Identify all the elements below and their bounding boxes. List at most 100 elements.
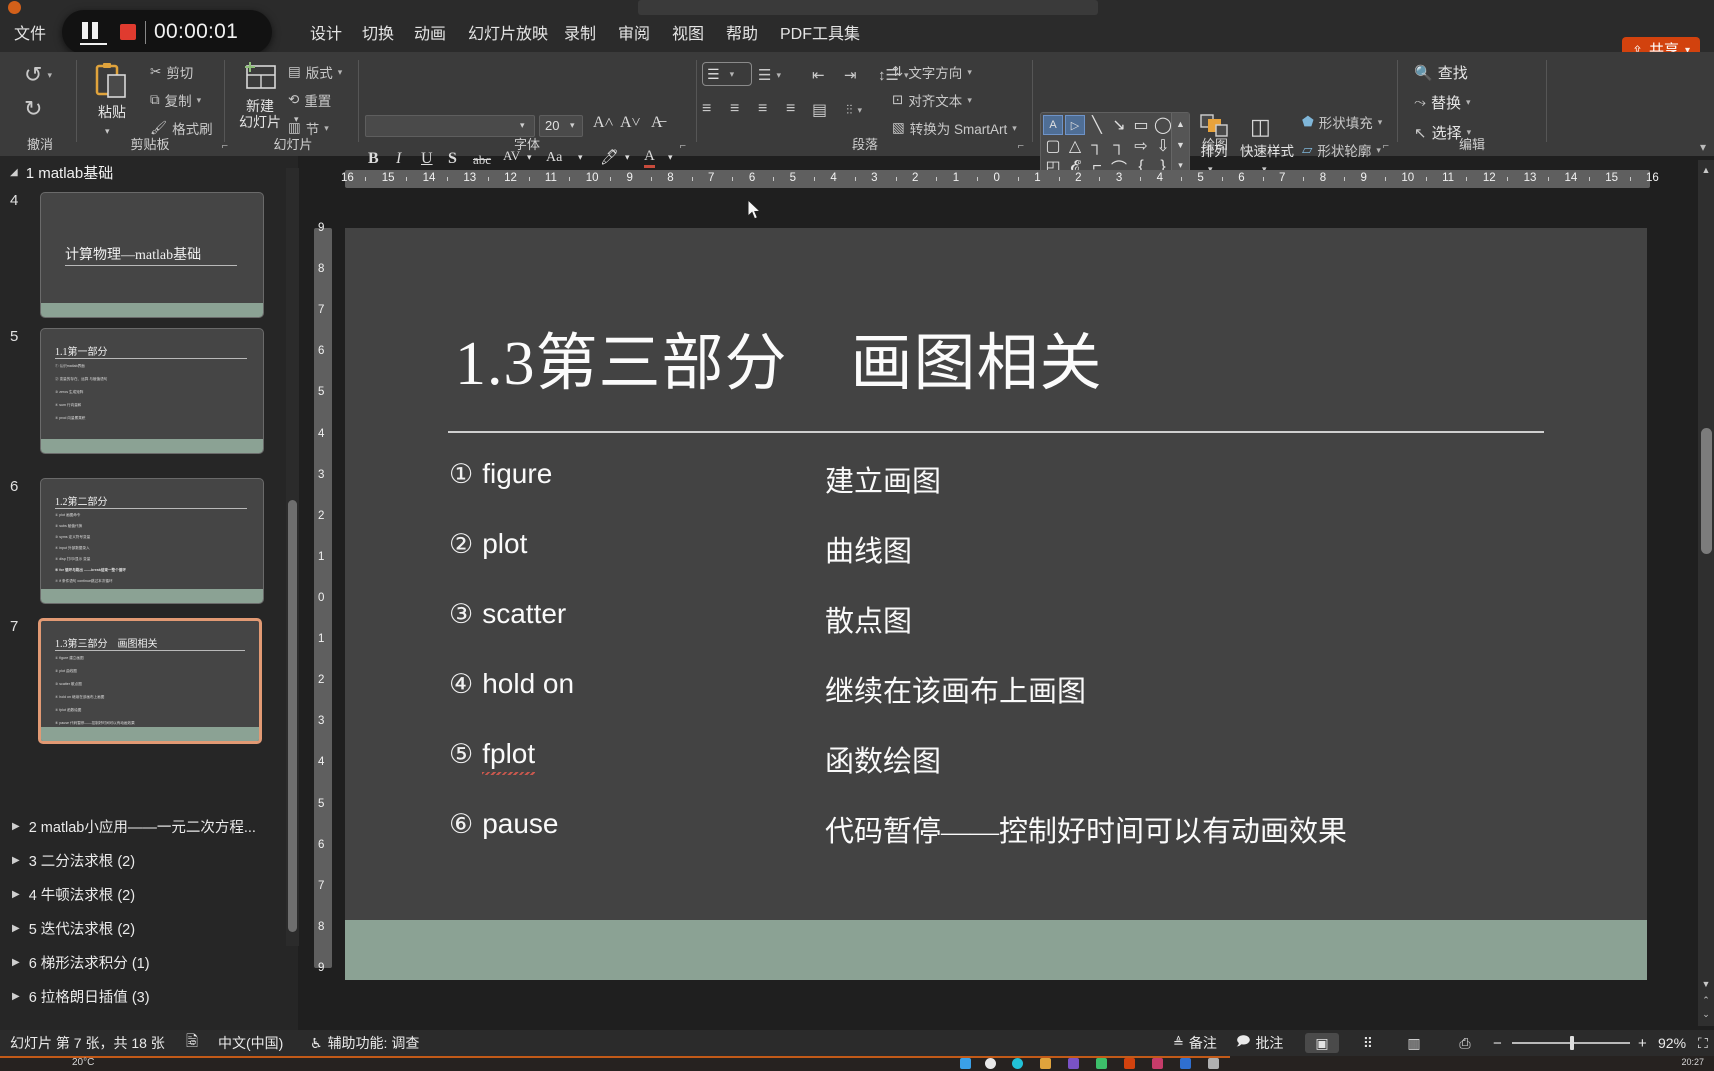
stop-record-icon[interactable] [120,24,136,40]
view-slide-sorter-button[interactable]: ⠿ [1351,1033,1385,1053]
paragraph-dialog-launcher[interactable]: ⌐ [1018,140,1024,152]
shape-arrow-icon[interactable]: ↘ [1109,115,1129,135]
drawing-dialog-launcher[interactable]: ⌐ [1383,140,1389,152]
arrange-icon[interactable] [1200,114,1230,140]
distribute-icon[interactable]: ▤ [812,100,827,120]
chevron-expanded-icon[interactable]: ◢ [10,167,18,178]
arrange-button[interactable]: 排列 [1188,144,1240,160]
menu-item-view[interactable]: 视图 [672,24,704,46]
scroll-up-icon[interactable]: ▲ [1172,113,1189,134]
numbered-list-icon[interactable]: ☰ ▾ [758,66,781,84]
shape-rectangle-icon[interactable]: ▭ [1131,115,1151,135]
autosave-indicator[interactable] [8,1,21,14]
align-center-icon[interactable]: ≡ [730,100,739,118]
search-box[interactable] [638,0,1098,15]
undo-icon[interactable]: ↺ ▾ [24,62,52,88]
chevron-collapsed-icon[interactable]: ▶ [12,821,20,832]
slide-editing-canvas[interactable]: 1.3第三部分 画图相关 ① figure 建立画图 ② plot 曲线图 ③ … [345,228,1647,980]
chevron-collapsed-icon[interactable]: ▶ [12,991,20,1002]
decrease-indent-icon[interactable]: ⇤ [812,66,825,84]
section-header-1[interactable]: ◢ 1 matlab基础 [10,162,113,183]
replace-button[interactable]: ⤳ 替换 ▾ [1414,92,1471,113]
section-item-5[interactable]: ▶ 5 迭代法求根 (2) [12,918,135,939]
notes-button[interactable]: ≜ 备注 [1173,1033,1217,1053]
increase-indent-icon[interactable]: ⇥ [844,66,857,84]
taskbar-icon-powerpoint[interactable] [1124,1058,1135,1069]
section-item-7[interactable]: ▶ 6 拉格朗日插值 (3) [12,986,150,1007]
quick-styles-icon[interactable]: ◫ [1250,114,1278,140]
taskbar-icon-explorer[interactable] [960,1058,971,1069]
slide-content-row[interactable]: ⑥ pause 代码暂停——控制好时间可以有动画效果 [345,808,1647,878]
font-size-input[interactable]: 20 [539,115,583,137]
slide-content-row[interactable]: ⑤ fplot 函数绘图 [345,738,1647,808]
change-case-chevron-down-icon[interactable]: ▾ [578,152,583,163]
font-size-chevron-down-icon[interactable]: ▾ [570,120,575,131]
canvas-vertical-scroll-track[interactable] [1698,160,1714,1026]
next-slide-icon[interactable]: ⌄ [1700,1008,1712,1020]
zoom-in-button[interactable]: + [1638,1035,1647,1052]
shape-oval-icon[interactable]: ◯ [1153,115,1173,135]
menu-item-animations[interactable]: 动画 [414,24,446,46]
comments-button[interactable]: 🗩 批注 [1236,1032,1283,1054]
taskbar-weather[interactable]: 20°C [72,1057,94,1068]
paste-button[interactable]: 粘贴 [84,104,140,120]
font-name-chevron-down-icon[interactable]: ▾ [520,120,525,131]
align-text-button[interactable]: ⊡ 对齐文本 ▾ [892,90,972,110]
change-case-button[interactable]: Aa [546,150,562,166]
recording-overlay[interactable]: 00:00:01 [62,10,272,54]
slide-thumbnail-5[interactable]: 1.1第一部分 ① 认识matlab界面 ② 变量的存在、运算 与赋值语句 ③ … [40,328,264,454]
layout-button[interactable]: ▤ 版式 ▾ [288,62,342,82]
chevron-collapsed-icon[interactable]: ▶ [12,855,20,866]
italic-button[interactable]: I [396,150,401,168]
cut-button[interactable]: ✂ 剪切 [150,62,193,82]
highlight-chevron-down-icon[interactable]: ▾ [625,152,630,163]
zoom-level[interactable]: 92% [1658,1035,1686,1051]
shape-fill-button[interactable]: ⬟ 形状填充 ▾ [1302,112,1382,132]
justify-icon[interactable]: ≡ [786,100,795,118]
menu-item-record[interactable]: 录制 [564,24,596,46]
zoom-slider-knob[interactable] [1570,1036,1574,1050]
slide-thumbnail-4[interactable]: 计算物理—matlab基础 [40,192,264,318]
menu-item-transitions[interactable]: 切换 [362,24,394,46]
shape-triangle-icon[interactable]: △ [1065,136,1085,156]
taskbar-icon-app2[interactable] [1040,1058,1051,1069]
slide-thumbnail-6[interactable]: 1.2第二部分 ① plot 画图命令 ② subs 赋值代换 ③ syms 定… [40,478,264,604]
text-direction-button[interactable]: ⇅ 文字方向 ▾ [892,62,972,82]
menu-item-help[interactable]: 帮助 [726,24,758,46]
taskbar-icon-app6[interactable] [1180,1058,1191,1069]
align-left-icon[interactable]: ≡ [702,100,711,118]
shapes-gallery[interactable]: A ▷ ╲ ↘ ▭ ◯ ▢ △ ┐ ┐ ⇨ ⇩ ◰ 𝓔 ⌐ ⌒ { } ▲ ▼ … [1040,112,1190,178]
canvas-vertical-scrollbar[interactable] [1701,428,1712,554]
underline-button[interactable]: U [421,150,433,168]
spellcheck-icon[interactable]: 🗟 [186,1031,198,1056]
slide-counter[interactable]: 幻灯片 第 7 张，共 18 张 [10,1033,165,1053]
section-item-2[interactable]: ▶ 2 matlab小应用——一元二次方程... [12,816,256,837]
paste-icon[interactable] [94,62,128,100]
chevron-collapsed-icon[interactable]: ▶ [12,889,20,900]
scroll-up-icon[interactable]: ▲ [1700,164,1712,176]
shape-textbox-icon[interactable]: A [1043,115,1063,135]
columns-icon[interactable]: ⫶⫶ ▾ [846,102,862,118]
section-item-4[interactable]: ▶ 4 牛顿法求根 (2) [12,884,135,905]
taskbar-icon-edge[interactable] [985,1058,996,1069]
character-spacing-chevron-down-icon[interactable]: ▾ [527,152,532,163]
section-item-6[interactable]: ▶ 6 梯形法求积分 (1) [12,952,150,973]
thumbnail-pane-scrollbar[interactable] [288,500,297,932]
shapes-gallery-scrollbar[interactable]: ▲ ▼ ▾ [1171,113,1189,177]
menu-item-slideshow[interactable]: 幻灯片放映 [468,24,548,46]
clear-formatting-icon[interactable]: A̶ [651,114,663,132]
shrink-font-icon[interactable]: A˅ [620,114,641,132]
taskbar-icon-app5[interactable] [1152,1058,1163,1069]
slide-title[interactable]: 1.3第三部分 画图相关 [455,312,1103,402]
taskbar-icon-app7[interactable] [1208,1058,1219,1069]
font-color-button[interactable]: A [644,148,655,168]
slide-thumbnail-pane[interactable]: ◢ 1 matlab基础 4 计算物理—matlab基础 5 1.1第一部分 ①… [0,156,298,1030]
new-slide-icon[interactable] [242,60,278,94]
view-normal-button[interactable]: ▣ [1305,1033,1339,1053]
scroll-down-icon[interactable]: ▼ [1700,978,1712,990]
font-color-chevron-down-icon[interactable]: ▾ [668,152,673,163]
collapse-ribbon-icon[interactable]: ▾ [1700,140,1706,154]
menu-item-design[interactable]: 设计 [310,24,342,46]
view-slideshow-button[interactable]: ⎙ [1448,1033,1482,1053]
view-reading-button[interactable]: ▥ [1397,1033,1431,1053]
